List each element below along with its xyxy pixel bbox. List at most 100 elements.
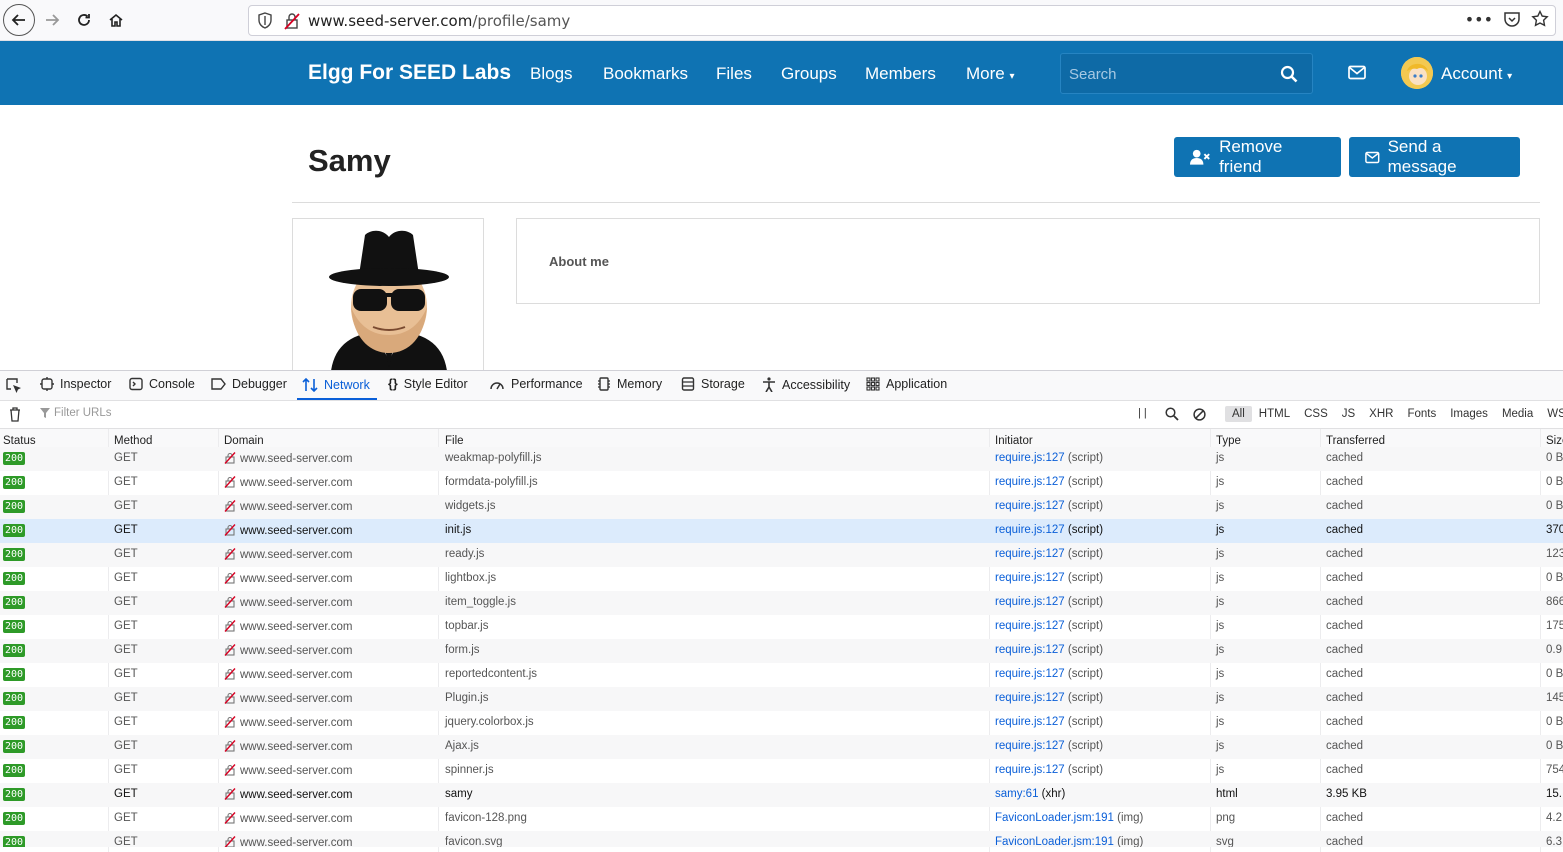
account-menu[interactable]: Account ▾: [1441, 64, 1512, 84]
col-size[interactable]: Size: [1546, 435, 1563, 447]
tab-network[interactable]: Network: [302, 377, 370, 393]
filter-images[interactable]: Images: [1443, 406, 1495, 422]
initiator-link[interactable]: require.js:127: [995, 596, 1065, 608]
user-avatar[interactable]: [1401, 57, 1433, 89]
pause-icon[interactable]: | |: [1138, 407, 1147, 419]
initiator-type: (xhr): [1041, 788, 1066, 800]
initiator-link[interactable]: require.js:127: [995, 644, 1065, 656]
col-initiator[interactable]: Initiator: [995, 435, 1033, 447]
insecure-lock-icon[interactable]: [284, 12, 300, 30]
filter-js[interactable]: JS: [1335, 406, 1362, 422]
initiator-link[interactable]: require.js:127: [995, 740, 1065, 752]
table-row[interactable]: 200 GET www.seed-server.com formdata-polyfi…: [0, 471, 1563, 495]
table-row[interactable]: 200 GET www.seed-server.com form.js require.…: [0, 639, 1563, 663]
remove-friend-button[interactable]: Remove friend: [1174, 137, 1341, 177]
table-row[interactable]: 200 GET www.seed-server.com jquery.colorbox…: [0, 711, 1563, 735]
request-file: samy: [445, 788, 473, 800]
col-transferred[interactable]: Transferred: [1326, 435, 1385, 447]
filter-xhr[interactable]: XHR: [1362, 406, 1400, 422]
initiator-link[interactable]: samy:61: [995, 788, 1038, 800]
nav-bookmarks[interactable]: Bookmarks: [603, 64, 688, 84]
table-row[interactable]: 200 GET www.seed-server.com favicon-128.png…: [0, 807, 1563, 831]
table-row[interactable]: 200 GET www.seed-server.com favicon.svg Favi…: [0, 831, 1563, 847]
initiator-link[interactable]: require.js:127: [995, 524, 1065, 536]
initiator-link[interactable]: require.js:127: [995, 548, 1065, 560]
initiator-link[interactable]: require.js:127: [995, 620, 1065, 632]
back-button[interactable]: [3, 4, 35, 36]
filter-media[interactable]: Media: [1495, 406, 1540, 422]
nav-blogs[interactable]: Blogs: [530, 64, 573, 84]
initiator-link[interactable]: require.js:127: [995, 500, 1065, 512]
filter-css[interactable]: CSS: [1297, 406, 1335, 422]
filter-all[interactable]: All: [1225, 406, 1252, 422]
search-icon[interactable]: [1280, 65, 1298, 83]
tab-memory[interactable]: Memory: [597, 377, 662, 391]
nav-members[interactable]: Members: [865, 64, 936, 84]
page-actions-icon[interactable]: •••: [1465, 10, 1493, 29]
table-row[interactable]: 200 GET www.seed-server.com reportedcontent…: [0, 663, 1563, 687]
tab-console[interactable]: Console: [129, 377, 195, 391]
initiator-link[interactable]: require.js:127: [995, 572, 1065, 584]
table-row[interactable]: 200 GET www.seed-server.com ready.js require…: [0, 543, 1563, 567]
search-input[interactable]: [1069, 64, 1269, 84]
initiator-link[interactable]: require.js:127: [995, 668, 1065, 680]
table-row[interactable]: 200 GET www.seed-server.com samy samy:61 (xh…: [0, 783, 1563, 807]
tab-performance[interactable]: Performance: [489, 377, 583, 391]
request-method: GET: [114, 788, 138, 800]
url-text[interactable]: www.seed-server.com/profile/samy: [308, 12, 570, 30]
element-picker-icon[interactable]: [6, 378, 22, 394]
pocket-icon[interactable]: [1503, 10, 1521, 28]
block-icon[interactable]: [1193, 408, 1206, 421]
site-name-link[interactable]: Elgg For SEED Labs: [308, 61, 511, 85]
shield-icon[interactable]: [257, 12, 273, 30]
tab-debugger[interactable]: Debugger: [210, 377, 287, 391]
send-message-button[interactable]: Send a message: [1349, 137, 1520, 177]
tab-style-editor[interactable]: {} Style Editor: [388, 377, 468, 391]
filter-html[interactable]: HTML: [1252, 406, 1297, 422]
request-initiator: require.js:127 (script): [995, 764, 1103, 776]
nav-groups[interactable]: Groups: [781, 64, 837, 84]
forward-button[interactable]: [37, 5, 67, 35]
trash-icon[interactable]: [9, 407, 21, 422]
table-row[interactable]: 200 GET www.seed-server.com weakmap-polyfil…: [0, 447, 1563, 471]
table-row[interactable]: 200 GET www.seed-server.com item_toggle.js r…: [0, 591, 1563, 615]
table-row[interactable]: 200 GET www.seed-server.com Ajax.js require.…: [0, 735, 1563, 759]
tab-application[interactable]: Application: [866, 377, 947, 391]
bookmark-star-icon[interactable]: [1531, 10, 1549, 28]
col-method[interactable]: Method: [114, 435, 152, 447]
tab-inspector[interactable]: Inspector: [40, 377, 111, 391]
nav-more[interactable]: More ▾: [966, 64, 1015, 84]
status-badge: 200: [3, 620, 26, 633]
initiator-link[interactable]: require.js:127: [995, 692, 1065, 704]
initiator-link[interactable]: require.js:127: [995, 476, 1065, 488]
tab-accessibility[interactable]: Accessibility: [762, 377, 850, 392]
search-icon[interactable]: [1165, 407, 1179, 421]
request-file: spinner.js: [445, 764, 494, 776]
envelope-icon[interactable]: [1348, 65, 1366, 80]
url-bar[interactable]: www.seed-server.com/profile/samy •••: [248, 5, 1556, 36]
initiator-link[interactable]: FaviconLoader.jsm:191: [995, 812, 1114, 824]
reload-button[interactable]: [69, 5, 99, 35]
initiator-link[interactable]: require.js:127: [995, 764, 1065, 776]
table-row[interactable]: 200 GET www.seed-server.com widgets.js requi…: [0, 495, 1563, 519]
table-row[interactable]: 200 GET www.seed-server.com Plugin.js requir…: [0, 687, 1563, 711]
filter-fonts[interactable]: Fonts: [1400, 406, 1443, 422]
initiator-link[interactable]: FaviconLoader.jsm:191: [995, 836, 1114, 847]
col-domain[interactable]: Domain: [224, 435, 264, 447]
request-file: jquery.colorbox.js: [445, 716, 534, 728]
nav-files[interactable]: Files: [716, 64, 752, 84]
table-row[interactable]: 200 GET www.seed-server.com topbar.js requir…: [0, 615, 1563, 639]
col-file[interactable]: File: [445, 435, 464, 447]
col-type[interactable]: Type: [1216, 435, 1241, 447]
home-button[interactable]: [101, 5, 131, 35]
col-status[interactable]: Status: [3, 435, 36, 447]
table-row[interactable]: 200 GET www.seed-server.com init.js require.…: [0, 519, 1563, 543]
filter-ws[interactable]: WS: [1540, 406, 1563, 422]
profile-avatar[interactable]: [292, 218, 484, 370]
initiator-link[interactable]: require.js:127: [995, 452, 1065, 464]
table-row[interactable]: 200 GET www.seed-server.com spinner.js requi…: [0, 759, 1563, 783]
tab-storage[interactable]: Storage: [681, 377, 745, 391]
table-row[interactable]: 200 GET www.seed-server.com lightbox.js requ…: [0, 567, 1563, 591]
initiator-link[interactable]: require.js:127: [995, 716, 1065, 728]
filter-urls-input[interactable]: Filter URLs: [40, 407, 112, 419]
